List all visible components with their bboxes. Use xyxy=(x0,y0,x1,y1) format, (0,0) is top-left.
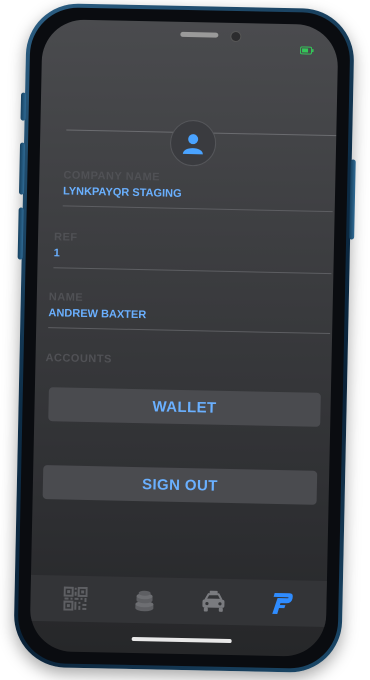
ref-label: REF xyxy=(53,231,78,244)
volume-up-button xyxy=(18,142,26,195)
battery-icon xyxy=(300,46,314,55)
field-underline xyxy=(48,327,331,335)
home-indicator[interactable] xyxy=(131,636,232,644)
avatar[interactable] xyxy=(169,119,217,167)
company-name-field: COMPANY NAME LYNKPAYQR STAGING xyxy=(62,169,334,213)
speaker-grille xyxy=(180,31,219,38)
accounts-field: ACCOUNTS xyxy=(45,352,329,370)
volume-down-button xyxy=(17,207,24,260)
tab-qr[interactable] xyxy=(55,580,96,617)
ref-field: REF 1 xyxy=(53,231,332,275)
sign-out-button[interactable]: SIGN OUT xyxy=(42,465,318,505)
tab-coins[interactable] xyxy=(124,582,165,619)
name-label: NAME xyxy=(48,291,84,304)
company-name-value: LYNKPAYQR STAGING xyxy=(62,185,182,200)
field-underline xyxy=(62,205,333,213)
taxi-icon xyxy=(201,590,224,612)
accounts-label: ACCOUNTS xyxy=(45,352,113,366)
tab-brand[interactable] xyxy=(262,585,303,622)
coins-icon xyxy=(134,590,153,612)
brand-p-icon xyxy=(271,592,293,615)
mockup-stage: COMPANY NAME LYNKPAYQR STAGING REF 1 NAM… xyxy=(0,0,370,680)
name-value: ANDREW BAXTER xyxy=(48,307,147,322)
qr-code-icon xyxy=(62,586,88,611)
ref-value: 1 xyxy=(53,247,60,260)
field-underline xyxy=(53,267,332,275)
name-field: NAME ANDREW BAXTER xyxy=(48,291,331,335)
company-name-label: COMPANY NAME xyxy=(63,169,161,184)
tab-bar xyxy=(30,574,327,628)
front-camera xyxy=(230,30,242,43)
tab-taxi[interactable] xyxy=(193,583,234,620)
mute-switch xyxy=(20,92,27,121)
app-screen: COMPANY NAME LYNKPAYQR STAGING REF 1 NAM… xyxy=(29,18,339,658)
phone-bezel: COMPANY NAME LYNKPAYQR STAGING REF 1 NAM… xyxy=(17,6,351,670)
wallet-button[interactable]: WALLET xyxy=(48,387,321,427)
phone-frame: COMPANY NAME LYNKPAYQR STAGING REF 1 NAM… xyxy=(13,2,356,674)
user-icon xyxy=(182,134,203,155)
power-button xyxy=(349,159,356,240)
